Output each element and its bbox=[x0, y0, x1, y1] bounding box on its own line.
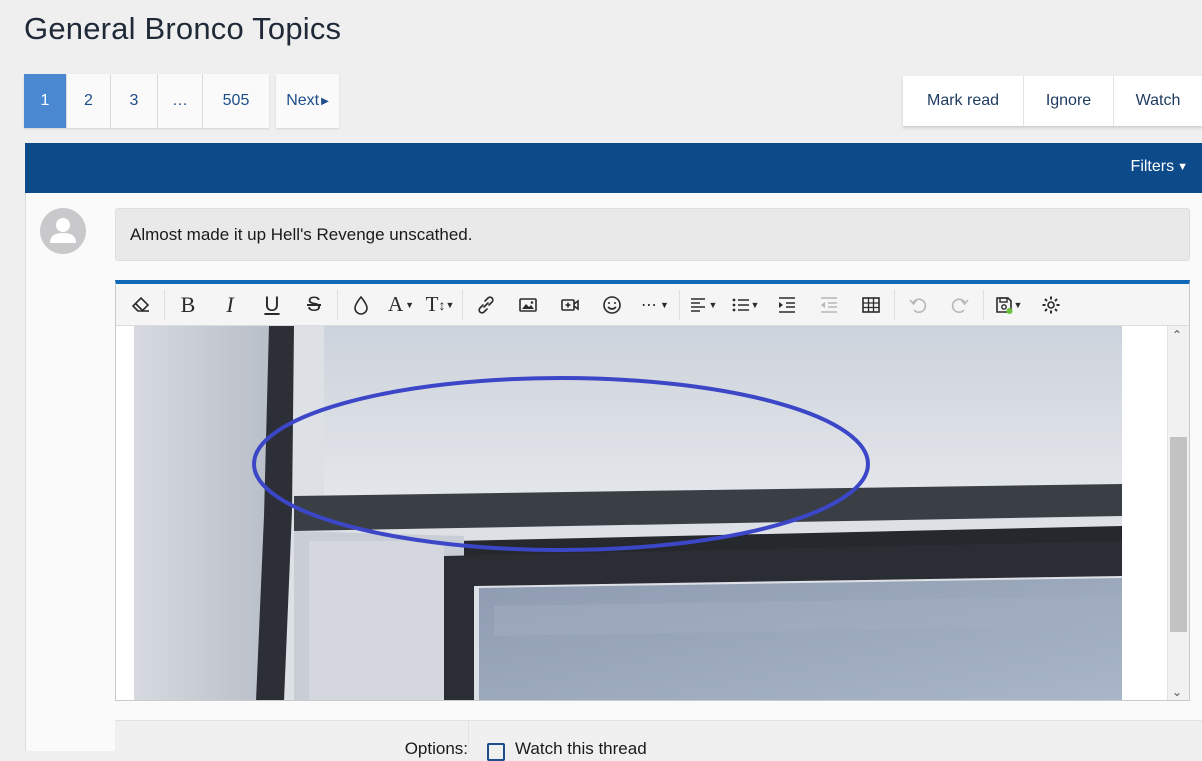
next-page-button[interactable]: Next ▶ bbox=[276, 74, 339, 128]
font-family-icon[interactable]: A ▼ bbox=[382, 284, 420, 326]
more-options-icon[interactable]: ⋯ ▼ bbox=[633, 284, 677, 326]
thread-title-input[interactable]: Almost made it up Hell's Revenge unscath… bbox=[115, 208, 1190, 261]
toolbar-separator bbox=[337, 289, 338, 320]
toolbar-separator bbox=[894, 289, 895, 320]
page-2-button[interactable]: 2 bbox=[67, 74, 111, 128]
insert-media-icon[interactable] bbox=[549, 284, 591, 326]
underline-icon[interactable]: U bbox=[251, 284, 293, 326]
redo-icon[interactable] bbox=[939, 284, 981, 326]
toolbar-separator bbox=[462, 289, 463, 320]
filters-label: Filters bbox=[1130, 158, 1175, 175]
page-title: General Bronco Topics bbox=[24, 11, 342, 46]
filters-menu-button[interactable]: Filters ▼ bbox=[1131, 158, 1188, 176]
page-505-button[interactable]: 505 bbox=[203, 74, 269, 128]
insert-link-icon[interactable] bbox=[465, 284, 507, 326]
editor-content[interactable]: ⌃ ⌄ bbox=[116, 326, 1189, 700]
scrollbar-thumb[interactable] bbox=[1170, 437, 1187, 632]
rich-text-editor: B I U S A ▼ T ↕ ▼ ⋯ ▼ ▼ ▼ ▼ ⌃ ⌄ bbox=[115, 280, 1190, 701]
watch-thread-label[interactable]: Watch this thread bbox=[515, 739, 647, 759]
watch-thread-checkbox[interactable] bbox=[487, 743, 505, 761]
page-ellipsis-button[interactable]: … bbox=[158, 74, 203, 128]
filter-bar: Filters ▼ bbox=[25, 143, 1202, 193]
thread-actions: Mark read Ignore Watch bbox=[903, 76, 1202, 126]
page-3-button[interactable]: 3 bbox=[111, 74, 158, 128]
ignore-button[interactable]: Ignore bbox=[1024, 76, 1114, 126]
undo-icon[interactable] bbox=[897, 284, 939, 326]
avatar bbox=[40, 208, 86, 254]
list-icon[interactable]: ▼ bbox=[724, 284, 766, 326]
options-label: Options: bbox=[404, 739, 468, 758]
font-size-icon[interactable]: T ↕ ▼ bbox=[420, 284, 460, 326]
bold-icon[interactable]: B bbox=[167, 284, 209, 326]
toolbar-separator bbox=[679, 289, 680, 320]
italic-icon[interactable]: I bbox=[209, 284, 251, 326]
outdent-icon[interactable] bbox=[808, 284, 850, 326]
pagination: 1 2 3 … 505 bbox=[24, 74, 269, 128]
watch-button[interactable]: Watch bbox=[1114, 76, 1202, 126]
page-1-button[interactable]: 1 bbox=[24, 74, 67, 128]
options-divider bbox=[468, 721, 469, 752]
caret-right-icon: ▶ bbox=[321, 95, 329, 107]
drafts-icon[interactable]: ▼ bbox=[986, 284, 1030, 326]
strikethrough-icon[interactable]: S bbox=[293, 284, 335, 326]
align-icon[interactable]: ▼ bbox=[682, 284, 724, 326]
user-silhouette-icon bbox=[50, 218, 76, 243]
editor-toolbar: B I U S A ▼ T ↕ ▼ ⋯ ▼ ▼ ▼ ▼ bbox=[116, 284, 1189, 326]
next-label: Next bbox=[286, 92, 320, 109]
caret-down-icon: ▼ bbox=[1177, 161, 1188, 173]
attached-photo bbox=[134, 326, 1122, 700]
options-row: Options: Watch this thread bbox=[115, 720, 1202, 761]
smilies-icon[interactable] bbox=[591, 284, 633, 326]
text-color-icon[interactable] bbox=[340, 284, 382, 326]
mark-read-button[interactable]: Mark read bbox=[903, 76, 1024, 126]
toolbar-separator bbox=[983, 289, 984, 320]
chevron-up-icon[interactable]: ⌃ bbox=[1172, 328, 1182, 342]
insert-image-icon[interactable] bbox=[507, 284, 549, 326]
remove-format-icon[interactable] bbox=[120, 284, 162, 326]
editor-scrollbar[interactable]: ⌃ ⌄ bbox=[1167, 326, 1189, 700]
toolbar-separator bbox=[164, 289, 165, 320]
toggle-bbcode-icon[interactable] bbox=[1030, 284, 1072, 326]
table-icon[interactable] bbox=[850, 284, 892, 326]
chevron-down-icon[interactable]: ⌄ bbox=[1172, 685, 1182, 699]
indent-icon[interactable] bbox=[766, 284, 808, 326]
